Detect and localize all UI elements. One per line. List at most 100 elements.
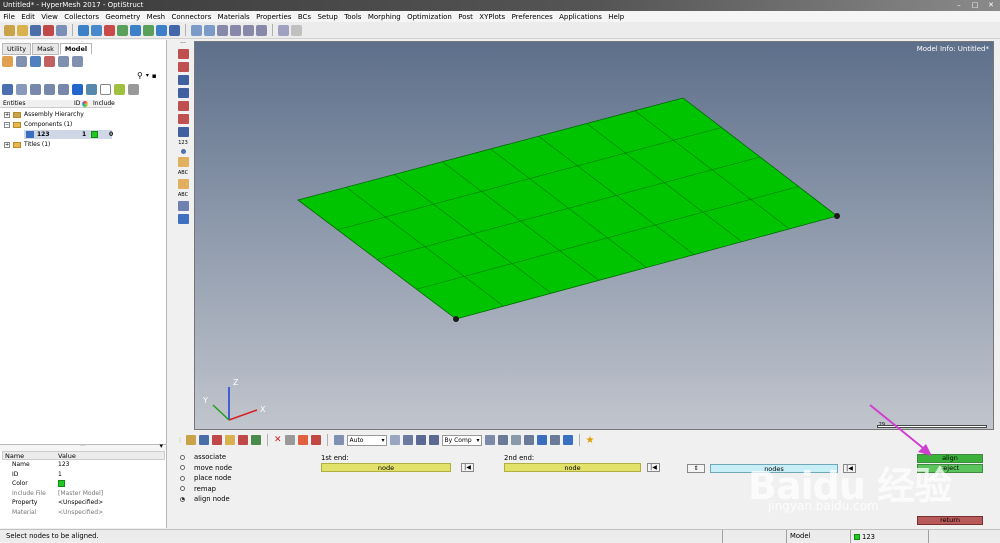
- settings-icon[interactable]: [128, 84, 139, 95]
- rotate-icon[interactable]: [230, 24, 241, 36]
- options-icon[interactable]: ▪: [152, 72, 157, 80]
- zoom-icon[interactable]: [191, 24, 202, 36]
- comp-icon[interactable]: [186, 435, 196, 445]
- maximize-icon[interactable]: □: [970, 0, 980, 11]
- radio-dot[interactable]: [180, 496, 185, 502]
- menu-optimization[interactable]: Optimization: [404, 13, 455, 21]
- menu-connectors[interactable]: Connectors: [168, 13, 214, 21]
- prop-row-id[interactable]: ID 1: [2, 470, 165, 480]
- radio-dot[interactable]: [180, 475, 185, 481]
- menu-properties[interactable]: Properties: [253, 13, 295, 21]
- col-id[interactable]: ID: [74, 100, 80, 108]
- vis-shaded-icon[interactable]: [177, 49, 189, 59]
- export-icon[interactable]: [56, 24, 67, 36]
- second-end-reset-button[interactable]: |◀: [647, 463, 660, 472]
- favorite-star-icon[interactable]: ★: [586, 435, 595, 446]
- view-bottom-icon[interactable]: [169, 24, 180, 36]
- radio-dot[interactable]: [180, 486, 185, 491]
- panel-splitter[interactable]: ··· ▾: [0, 442, 166, 451]
- radio-place-node[interactable]: place node: [180, 474, 231, 482]
- undo-view-icon[interactable]: [78, 24, 89, 36]
- new-model-icon[interactable]: [4, 24, 15, 36]
- bycomp-select[interactable]: By Comp: [441, 434, 482, 446]
- center-icon[interactable]: [256, 24, 267, 36]
- browser-mat-icon[interactable]: [58, 56, 69, 67]
- search-icon[interactable]: ⚲: [137, 71, 143, 80]
- color-swatch[interactable]: [58, 480, 65, 488]
- prop-row-color[interactable]: Color: [2, 479, 165, 489]
- set-icon[interactable]: [251, 435, 261, 445]
- menu-preferences[interactable]: Preferences: [508, 13, 556, 21]
- browser-comp-icon[interactable]: [30, 56, 41, 67]
- vis-ruler-icon[interactable]: [177, 157, 189, 167]
- clip-icon[interactable]: [278, 24, 289, 36]
- expand-icon[interactable]: +: [4, 111, 10, 118]
- spin-icon[interactable]: [243, 24, 254, 36]
- save-model-icon[interactable]: [30, 24, 41, 36]
- prop-row-property[interactable]: Property <Unspecified>: [2, 498, 165, 508]
- second-end-node-selector[interactable]: node: [504, 463, 641, 472]
- wire-mode-icon[interactable]: [402, 435, 413, 445]
- collapse-all-icon[interactable]: [16, 84, 27, 95]
- first-end-node-selector[interactable]: node: [321, 463, 451, 472]
- element-vis-icon[interactable]: [484, 435, 495, 445]
- tab-model[interactable]: Model: [59, 43, 93, 55]
- view-right-icon[interactable]: [156, 24, 167, 36]
- menu-setup[interactable]: Setup: [314, 13, 341, 21]
- menu-help[interactable]: Help: [605, 13, 627, 21]
- hide-icon[interactable]: [44, 84, 55, 95]
- vis-wire-icon[interactable]: [177, 62, 189, 72]
- loadcol-icon[interactable]: [238, 435, 248, 445]
- browser-filter-icon[interactable]: [16, 56, 27, 67]
- menu-materials[interactable]: Materials: [214, 13, 252, 21]
- col-include[interactable]: Include: [93, 100, 115, 108]
- menu-geometry[interactable]: Geometry: [102, 13, 143, 21]
- menu-edit[interactable]: Edit: [18, 13, 38, 21]
- menu-bcs[interactable]: BCs: [295, 13, 315, 21]
- view-left-icon[interactable]: [143, 24, 154, 36]
- tree-item-titles[interactable]: + Titles (1): [4, 140, 50, 149]
- vis-surface-icon[interactable]: [177, 114, 189, 124]
- mesh-canvas[interactable]: [195, 42, 995, 431]
- component-color-swatch[interactable]: [91, 131, 98, 138]
- radio-dot[interactable]: [180, 454, 185, 460]
- menu-view[interactable]: View: [38, 13, 61, 21]
- radio-remap[interactable]: remap: [180, 485, 216, 493]
- chevron-down-icon[interactable]: ▾: [159, 442, 163, 450]
- prop-row-name[interactable]: Name 123: [2, 460, 165, 470]
- radio-align-node[interactable]: align node: [180, 495, 230, 503]
- menu-post[interactable]: Post: [455, 13, 476, 21]
- first-end-reset-button[interactable]: |◀: [461, 463, 474, 472]
- selected-node-1st-end[interactable]: [453, 316, 459, 322]
- cursor-icon[interactable]: [100, 84, 111, 95]
- radio-move-node[interactable]: move node: [180, 464, 232, 472]
- tree-item-components[interactable]: − Components (1): [4, 120, 72, 129]
- pin-icon[interactable]: [310, 435, 321, 445]
- minimize-icon[interactable]: –: [954, 0, 964, 11]
- menu-applications[interactable]: Applications: [556, 13, 605, 21]
- collapse-icon[interactable]: −: [4, 121, 10, 128]
- vis-feature-icon[interactable]: [177, 88, 189, 98]
- browser-prop-icon[interactable]: [44, 56, 55, 67]
- vis-plane-icon[interactable]: [177, 214, 189, 224]
- surf-vis-icon[interactable]: [523, 435, 534, 445]
- mask-icon[interactable]: [284, 435, 295, 445]
- menu-xyplots[interactable]: XYPlots: [476, 13, 508, 21]
- menu-mesh[interactable]: Mesh: [143, 13, 168, 21]
- view-side-icon[interactable]: [117, 24, 128, 36]
- vis-id-icon[interactable]: 123: [178, 140, 188, 146]
- line-vis-icon[interactable]: [510, 435, 521, 445]
- return-button[interactable]: return: [917, 516, 983, 525]
- vis-normals-icon[interactable]: [177, 127, 189, 137]
- screen-icon[interactable]: [562, 435, 573, 445]
- component-row[interactable]: 123 1 0: [26, 130, 113, 139]
- pan-icon[interactable]: [217, 24, 228, 36]
- tab-utility[interactable]: Utility: [2, 43, 32, 55]
- delete-icon[interactable]: ✕: [274, 435, 282, 445]
- view-front-icon[interactable]: [91, 24, 102, 36]
- view-top-icon[interactable]: [104, 24, 115, 36]
- mesh-icon[interactable]: [86, 84, 97, 95]
- fit-icon[interactable]: [204, 24, 215, 36]
- assem-icon[interactable]: [225, 435, 235, 445]
- prop-row-material[interactable]: Material <Unspecified>: [2, 508, 165, 518]
